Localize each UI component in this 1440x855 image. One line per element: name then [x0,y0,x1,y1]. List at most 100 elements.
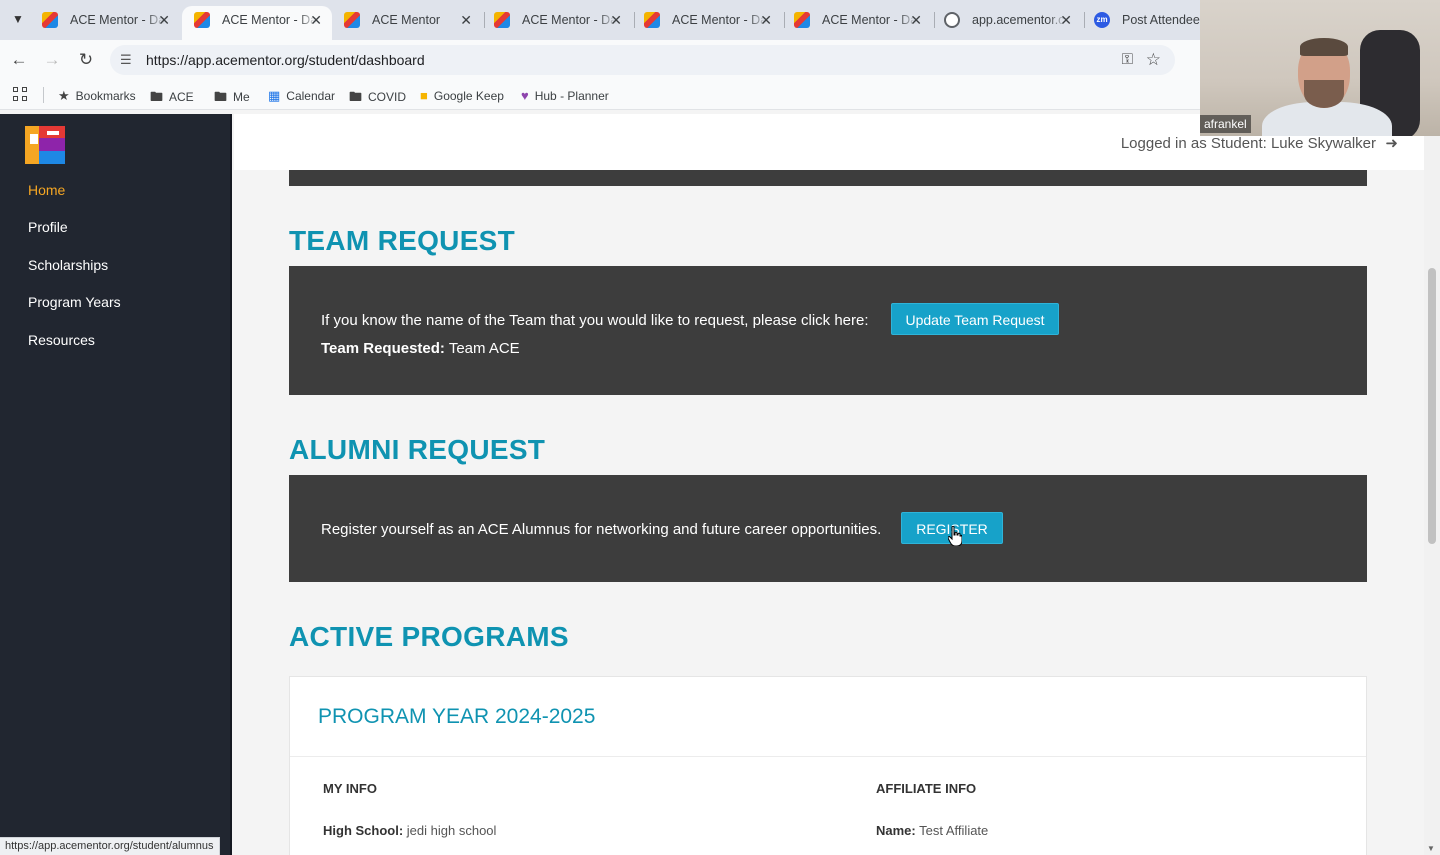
hand-cursor-icon [948,526,962,546]
main-content: Logged in as Student: Luke Skywalker ➜ T… [234,114,1424,855]
close-tab-icon[interactable]: ✕ [610,6,622,34]
close-tab-icon[interactable]: ✕ [460,6,472,34]
close-tab-icon[interactable]: ✕ [910,6,922,34]
ace-favicon-icon [42,12,58,28]
tab-search-chevron-icon[interactable]: ▼ [8,9,28,29]
active-programs-title: ACTIVE PROGRAMS [289,621,569,652]
zoom-favicon-icon: zm [1094,12,1110,28]
my-info-heading: MY INFO [323,781,377,796]
bookmark-label: Hub - Planner [534,89,609,103]
reload-icon[interactable]: ↻ [75,49,97,71]
site-settings-icon[interactable]: ☰ [120,52,132,68]
bookmark-item[interactable]: 🖿 Me [214,88,250,110]
bookmark-item[interactable]: ■ Google Keep [420,88,504,103]
team-request-card: If you know the name of the Team that yo… [289,266,1367,395]
bookmark-label: ACE [169,90,194,104]
bookmark-item[interactable]: 🖿 COVID [349,88,406,110]
browser-tab-active[interactable]: ACE Mentor - Da ✕ [182,6,332,40]
participant-name: afrankel [1200,115,1251,133]
browser-tab[interactable]: ACE Mentor - Da ✕ [482,6,632,40]
globe-icon [944,12,960,28]
update-team-request-button[interactable]: Update Team Request [891,303,1059,335]
team-request-title: TEAM REQUEST [289,225,516,256]
browser-tab[interactable]: ACE Mentor ✕ [332,6,482,40]
sidebar-item-program-years[interactable]: Program Years [28,294,121,310]
ace-favicon-icon [194,12,210,28]
tab-title: ACE Mentor - Da [70,13,165,27]
hub-planner-icon: ♥ [521,88,529,103]
scrollbar-thumb[interactable] [1428,268,1436,544]
forward-arrow-icon[interactable]: → [41,49,63,71]
tab-title: ACE Mentor - Da [222,13,317,27]
bookmark-label: Me [233,90,250,104]
address-url[interactable]: https://app.acementor.org/student/dashbo… [146,52,425,68]
program-year-header: PROGRAM YEAR 2024-2025 [290,677,1366,757]
tab-title: ACE Mentor - Da [822,13,917,27]
bookmark-star-icon[interactable]: ☆ [1146,50,1161,70]
browser-tab[interactable]: ACE Mentor - Da ✕ [30,6,180,40]
close-tab-icon[interactable]: ✕ [158,6,170,34]
ace-favicon-icon [644,12,660,28]
bookmark-item[interactable]: 🖿 ACE [150,88,194,110]
calendar-icon: ▦ [268,88,281,103]
affiliate-name-label: Name: [876,823,916,838]
affiliate-info-heading: AFFILIATE INFO [876,781,977,796]
logout-icon[interactable]: ➜ [1385,134,1398,152]
previous-card-bottom [289,170,1367,186]
sidebar-item-profile[interactable]: Profile [28,219,68,235]
high-school-value: jedi high school [406,823,497,838]
sidebar: Home Profile Scholarships Program Years … [0,114,232,855]
bookmark-label: Google Keep [433,89,504,103]
alumni-request-card: Register yourself as an ACE Alumnus for … [289,475,1367,582]
bookmarks-separator [43,87,44,103]
video-call-overlay[interactable]: afrankel [1200,0,1440,136]
bookmark-label: Bookmarks [75,89,136,103]
scroll-down-arrow-icon[interactable]: ▼ [1427,844,1435,853]
back-arrow-icon[interactable]: ← [8,49,30,71]
bookmark-label: COVID [368,90,407,104]
folder-icon: 🖿 [150,89,164,104]
sidebar-item-home[interactable]: Home [28,182,65,198]
logged-in-status: Logged in as Student: Luke Skywalker [1120,135,1376,152]
close-tab-icon[interactable]: ✕ [760,6,772,34]
ace-favicon-icon [794,12,810,28]
link-status-bar: https://app.acementor.org/student/alumnu… [0,837,220,855]
close-tab-icon[interactable]: ✕ [1060,6,1072,34]
affiliate-name-row: Name: Test Affiliate [876,823,988,838]
page-scrollbar[interactable]: ▼ [1424,114,1440,855]
browser-tab[interactable]: ACE Mentor - Da ✕ [632,6,782,40]
participant-hair [1300,38,1348,56]
close-tab-icon[interactable]: ✕ [310,6,322,34]
folder-icon: 🖿 [214,89,228,104]
alumni-request-prompt: Register yourself as an ACE Alumnus for … [321,521,882,538]
ace-logo[interactable] [25,126,65,164]
bookmark-label: Calendar [286,89,335,103]
participant-beard [1304,80,1344,108]
sidebar-item-scholarships[interactable]: Scholarships [28,257,108,273]
browser-tab[interactable]: app.acementor.c ✕ [932,6,1082,40]
bookmark-item[interactable]: ★ Bookmarks [58,88,136,104]
sidebar-item-resources[interactable]: Resources [28,332,95,348]
tab-title: ACE Mentor [372,13,441,27]
affiliate-name-value: Test Affiliate [919,823,989,838]
address-bar[interactable]: ☰ https://app.acementor.org/student/dash… [110,45,1175,75]
folder-icon: 🖿 [349,89,363,104]
google-keep-icon: ■ [420,88,428,103]
key-icon[interactable]: ⚿ [1122,51,1133,68]
program-year-title: PROGRAM YEAR 2024-2025 [318,705,596,728]
team-request-prompt: If you know the name of the Team that yo… [321,312,869,329]
program-year-card: PROGRAM YEAR 2024-2025 MY INFO AFFILIATE… [289,676,1367,855]
team-requested-label: Team Requested: [321,340,445,357]
tab-title: ACE Mentor - Da [672,13,767,27]
tab-title: ACE Mentor - Da [522,13,617,27]
high-school-label: High School: [323,823,404,838]
team-requested-value: Team ACE [448,340,520,357]
bookmark-item[interactable]: ♥ Hub - Planner [521,88,609,103]
browser-tab[interactable]: ACE Mentor - Da ✕ [782,6,932,40]
ace-favicon-icon [494,12,510,28]
alumni-request-title: ALUMNI REQUEST [289,434,546,465]
apps-grid-icon[interactable] [13,87,29,103]
star-icon: ★ [58,88,70,103]
team-requested-row: Team Requested: Team ACE [321,340,520,357]
bookmark-item[interactable]: ▦ Calendar [268,88,335,104]
